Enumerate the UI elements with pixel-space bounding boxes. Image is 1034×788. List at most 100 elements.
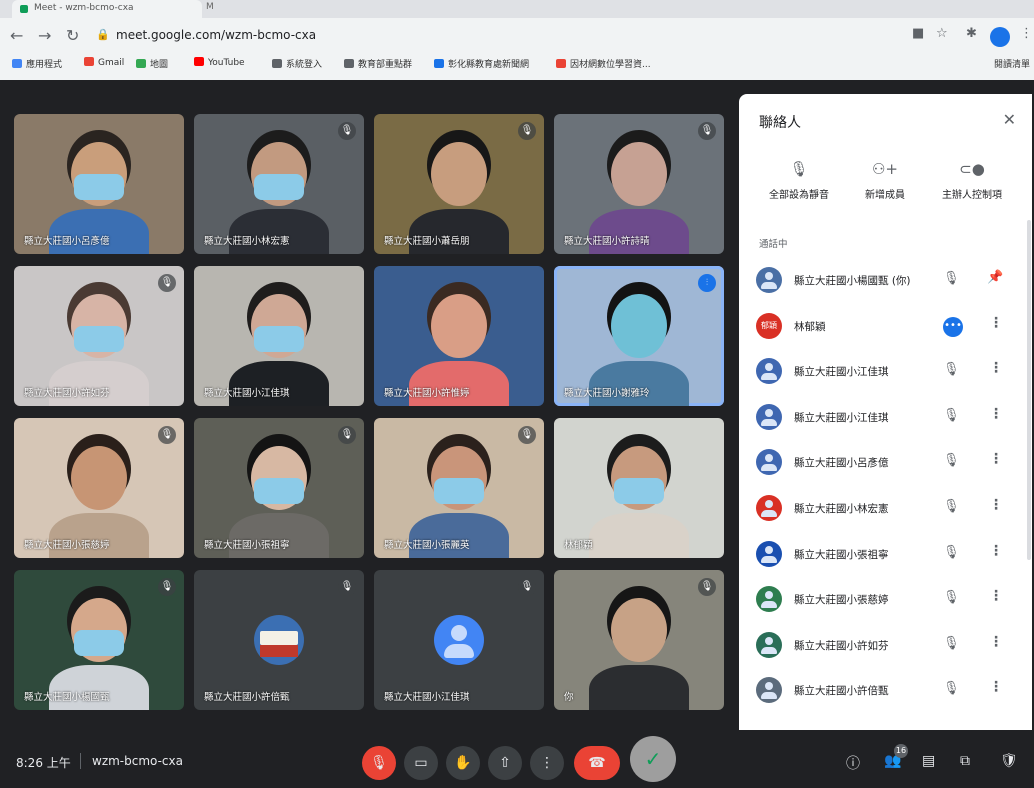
- bookmark-star-icon[interactable]: ☆: [936, 26, 948, 41]
- avatar: [756, 495, 782, 521]
- participant-video-body: [589, 513, 689, 558]
- participant-tile[interactable]: 🎙 縣立大莊國小許倍甄: [194, 570, 364, 710]
- more-vert-icon[interactable]: ⋮: [989, 315, 1003, 331]
- participant-tile[interactable]: 縣立大莊國小江佳琪: [194, 266, 364, 406]
- participant-tile[interactable]: 縣立大莊國小許惟婷: [374, 266, 544, 406]
- participant-name: 林郁穎: [564, 540, 593, 551]
- participant-video-body: [49, 361, 149, 406]
- face-mask: [254, 326, 304, 352]
- profile-avatar[interactable]: [990, 27, 1010, 47]
- participant-video-body: [589, 665, 689, 710]
- forward-arrow-icon[interactable]: →: [38, 26, 51, 45]
- more-vert-icon[interactable]: ⋮: [989, 360, 1003, 376]
- participant-video-body: [229, 209, 329, 254]
- participant-tile[interactable]: 縣立大莊國小呂彥億: [14, 114, 184, 254]
- participant-tile[interactable]: 🎙 縣立大莊國小林宏憲: [194, 114, 364, 254]
- back-arrow-icon[interactable]: ←: [10, 26, 23, 45]
- bookmark-item[interactable]: Gmail: [84, 57, 124, 68]
- participant-tile[interactable]: 🎙 縣立大莊國小張祖寧: [194, 418, 364, 558]
- participant-tile[interactable]: 🎙 縣立大莊國小張麗英: [374, 418, 544, 558]
- participant-list-item[interactable]: 縣立大莊國小江佳琪 🎙 ⋮: [739, 397, 1032, 442]
- participant-list-item[interactable]: 縣立大莊國小江佳琪 🎙 ⋮: [739, 351, 1032, 396]
- participant-tile[interactable]: 林郁穎: [554, 418, 724, 558]
- bookmark-item[interactable]: 因材網數位學習資...: [556, 57, 651, 70]
- muted-mic-icon: 🎙: [698, 578, 716, 596]
- muted-mic-icon[interactable]: 🎙: [943, 362, 960, 377]
- participant-tile[interactable]: ⫶ 縣立大莊國小謝雅玲: [554, 266, 724, 406]
- hand-icon: ✋: [454, 755, 472, 771]
- panel-action-button[interactable]: 🎙 全部設為靜音: [754, 160, 844, 201]
- bookmark-favicon-icon: [12, 59, 22, 68]
- more-vert-icon[interactable]: ⋮: [989, 497, 1003, 513]
- chat-icon[interactable]: ▤: [922, 753, 935, 769]
- participant-list-item[interactable]: 縣立大莊國小林宏憲 🎙 ⋮: [739, 488, 1032, 533]
- mic-off-button[interactable]: 🎙: [362, 746, 396, 780]
- muted-mic-icon[interactable]: 🎙: [943, 408, 960, 423]
- muted-mic-icon[interactable]: 🎙: [943, 681, 960, 696]
- present-button[interactable]: ⇧: [488, 746, 522, 780]
- muted-mic-icon[interactable]: 🎙: [943, 636, 960, 651]
- participant-list-name: 林郁穎: [794, 320, 826, 333]
- muted-mic-icon[interactable]: 🎙: [943, 271, 960, 286]
- camera-indicator-icon[interactable]: ■: [912, 26, 924, 41]
- panel-action-button[interactable]: ⊂● 主辦人控制項: [927, 160, 1017, 201]
- browser-tab-meet[interactable]: Meet - wzm-bcmo-cxa: [12, 0, 202, 18]
- participant-tile[interactable]: 🎙 縣立大莊國小江佳琪: [374, 570, 544, 710]
- more-vert-icon[interactable]: ⋮: [989, 679, 1003, 695]
- leave-call-button[interactable]: ☎: [574, 746, 620, 780]
- bookmark-item[interactable]: 應用程式: [12, 57, 62, 70]
- raise-hand-button[interactable]: ✋: [446, 746, 480, 780]
- pin-icon[interactable]: 📌: [987, 270, 1003, 285]
- participant-tile[interactable]: 🎙 縣立大莊國小張慈婷: [14, 418, 184, 558]
- bookmark-item[interactable]: 教育部重點群: [344, 57, 412, 70]
- participant-list-name: 縣立大莊國小楊國甄 (你): [794, 275, 911, 287]
- meeting-code: wzm-bcmo-cxa: [92, 754, 183, 768]
- muted-mic-icon[interactable]: 🎙: [943, 590, 960, 605]
- participant-list-name: 縣立大莊國小許倍甄: [794, 685, 889, 698]
- participant-list-item[interactable]: 縣立大莊國小呂彥億 🎙 ⋮: [739, 442, 1032, 487]
- panel-action-button[interactable]: ⚇+ 新增成員: [840, 160, 930, 201]
- more-vert-icon[interactable]: ⋮: [989, 406, 1003, 422]
- bookmark-item[interactable]: 系統登入: [272, 57, 322, 70]
- participant-video-body: [589, 361, 689, 406]
- participant-list-item[interactable]: 郁穎 林郁穎 ••• ⋮: [739, 306, 1032, 351]
- meeting-details-icon[interactable]: ⓘ: [846, 753, 860, 773]
- close-icon[interactable]: ✕: [1003, 110, 1016, 129]
- participant-list-item[interactable]: 縣立大莊國小張祖寧 🎙 ⋮: [739, 534, 1032, 579]
- participant-tile[interactable]: 🎙 你: [554, 570, 724, 710]
- more-vert-icon[interactable]: ⋮: [989, 588, 1003, 604]
- browser-menu-icon[interactable]: ⋮: [1020, 26, 1033, 41]
- more-vert-icon[interactable]: ⋮: [989, 634, 1003, 650]
- extensions-icon[interactable]: ✱: [966, 26, 977, 41]
- browser-tab-2[interactable]: M: [206, 2, 230, 16]
- host-safety-icon[interactable]: 🛡: [1000, 753, 1018, 769]
- muted-mic-icon[interactable]: 🎙: [943, 453, 960, 468]
- participant-list-item[interactable]: 縣立大莊國小許如芬 🎙 ⋮: [739, 625, 1032, 670]
- panel-scrollbar[interactable]: [1027, 220, 1031, 560]
- activities-icon[interactable]: ⧉: [960, 753, 970, 769]
- reading-list-button[interactable]: 閱讀清單: [994, 57, 1030, 70]
- participant-tile[interactable]: 🎙 縣立大莊國小許如芬: [14, 266, 184, 406]
- reload-icon[interactable]: ↻: [66, 26, 79, 45]
- muted-mic-icon[interactable]: 🎙: [943, 545, 960, 560]
- address-bar[interactable]: 🔒 meet.google.com/wzm-bcmo-cxa: [96, 24, 896, 48]
- participant-tile[interactable]: 🎙 縣立大莊國小蕭岳朋: [374, 114, 544, 254]
- face-mask: [254, 478, 304, 504]
- participant-list-item[interactable]: 縣立大莊國小楊國甄 (你) 🎙 📌: [739, 260, 1032, 305]
- face-mask: [74, 630, 124, 656]
- more-vert-icon[interactable]: ⋮: [989, 451, 1003, 467]
- bookmark-item[interactable]: YouTube: [194, 57, 245, 68]
- participant-name: 縣立大莊國小謝雅玲: [564, 388, 650, 399]
- bookmark-item[interactable]: 彰化縣教育處新聞網: [434, 57, 529, 70]
- participant-list-item[interactable]: 縣立大莊國小許倍甄 🎙 ⋮: [739, 670, 1032, 715]
- more-vert-icon[interactable]: ⋮: [989, 543, 1003, 559]
- muted-mic-icon[interactable]: 🎙: [943, 499, 960, 514]
- mute-all-icon: 🎙: [789, 160, 809, 178]
- participant-list-item[interactable]: 縣立大莊國小張慈婷 🎙 ⋮: [739, 579, 1032, 624]
- bookmark-item[interactable]: 地圖: [136, 57, 168, 70]
- participant-tile[interactable]: 🎙 縣立大莊國小許詩晴: [554, 114, 724, 254]
- more-options-button[interactable]: ⋮: [530, 746, 564, 780]
- camera-button[interactable]: ▭: [404, 746, 438, 780]
- participant-video-body: [409, 209, 509, 254]
- participant-tile[interactable]: 🎙 縣立大莊國小楊國甄: [14, 570, 184, 710]
